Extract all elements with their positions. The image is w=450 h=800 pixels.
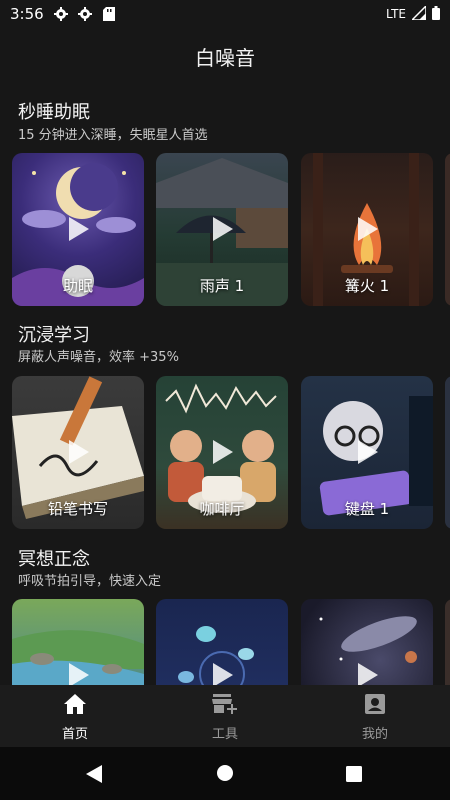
sound-card[interactable]: 铅笔书写	[12, 376, 144, 529]
play-icon[interactable]	[358, 440, 378, 464]
sound-card[interactable]: 篝火 1	[301, 153, 433, 306]
nav-tools[interactable]: 工具	[150, 685, 300, 747]
home-circle-icon[interactable]	[217, 765, 233, 785]
card-row-sleep[interactable]: 助眠 雨声 1 篝火 1	[12, 153, 450, 306]
gear-icon	[53, 7, 68, 21]
signal-icon	[410, 3, 427, 23]
system-nav-bar	[0, 747, 450, 800]
card-label: 助眠	[62, 277, 93, 295]
back-icon[interactable]	[86, 765, 102, 787]
section-subtitle-study: 屏蔽人声噪音，效率 +35%	[18, 350, 179, 365]
nav-profile-label: 我的	[361, 727, 388, 742]
card-label: 雨声 1	[199, 277, 245, 295]
status-time: 3:56	[10, 5, 44, 23]
sound-card[interactable]: 助眠	[12, 153, 144, 306]
sound-card[interactable]	[301, 599, 433, 685]
play-icon[interactable]	[213, 663, 233, 685]
play-icon[interactable]	[69, 440, 89, 464]
nav-tools-label: 工具	[211, 727, 238, 742]
card-row-study[interactable]: 铅笔书写 咖啡厅 键盘 1	[12, 376, 450, 529]
sound-card-partial[interactable]	[445, 153, 450, 306]
battery-icon	[432, 5, 440, 23]
network-type: LTE	[386, 7, 406, 21]
status-right: LTE	[386, 3, 440, 23]
profile-icon	[364, 693, 386, 719]
sound-card[interactable]: 咖啡厅	[156, 376, 288, 529]
play-icon[interactable]	[69, 217, 89, 241]
sd-card-icon	[102, 7, 116, 21]
play-icon[interactable]	[358, 663, 378, 685]
sound-card-partial[interactable]	[445, 376, 450, 529]
sound-card[interactable]: 雨声 1	[156, 153, 288, 306]
sound-card[interactable]	[12, 599, 144, 685]
nav-home[interactable]: 首页	[0, 685, 150, 747]
page-title: 白噪音	[195, 46, 255, 70]
sound-card-partial[interactable]	[445, 599, 450, 685]
recents-icon[interactable]	[346, 766, 362, 786]
card-label: 铅笔书写	[47, 500, 108, 518]
home-icon	[63, 693, 87, 719]
sound-card[interactable]: 键盘 1	[301, 376, 433, 529]
card-label: 篝火 1	[344, 277, 390, 295]
sound-card[interactable]	[156, 599, 288, 685]
play-icon[interactable]	[358, 217, 378, 241]
section-title-sleep: 秒睡助眠	[18, 102, 90, 123]
section-title-study: 沉浸学习	[18, 325, 90, 346]
section-subtitle-sleep: 15 分钟进入深睡，失眠星人首选	[18, 128, 208, 143]
section-subtitle-meditation: 呼吸节拍引导，快速入定	[18, 574, 162, 589]
gear-icon	[77, 7, 92, 21]
card-label: 键盘 1	[344, 500, 390, 518]
bottom-nav: 首页 工具 我的	[0, 685, 450, 747]
store-add-icon	[212, 693, 238, 719]
card-label: 咖啡厅	[199, 500, 245, 518]
card-row-meditation[interactable]	[12, 599, 450, 685]
nav-profile[interactable]: 我的	[300, 685, 450, 747]
play-icon[interactable]	[69, 663, 89, 685]
play-icon[interactable]	[213, 217, 233, 241]
play-icon[interactable]	[213, 440, 233, 464]
nav-home-label: 首页	[61, 727, 88, 742]
section-title-meditation: 冥想正念	[18, 549, 90, 570]
status-bar: 3:56 LTE	[0, 0, 450, 28]
